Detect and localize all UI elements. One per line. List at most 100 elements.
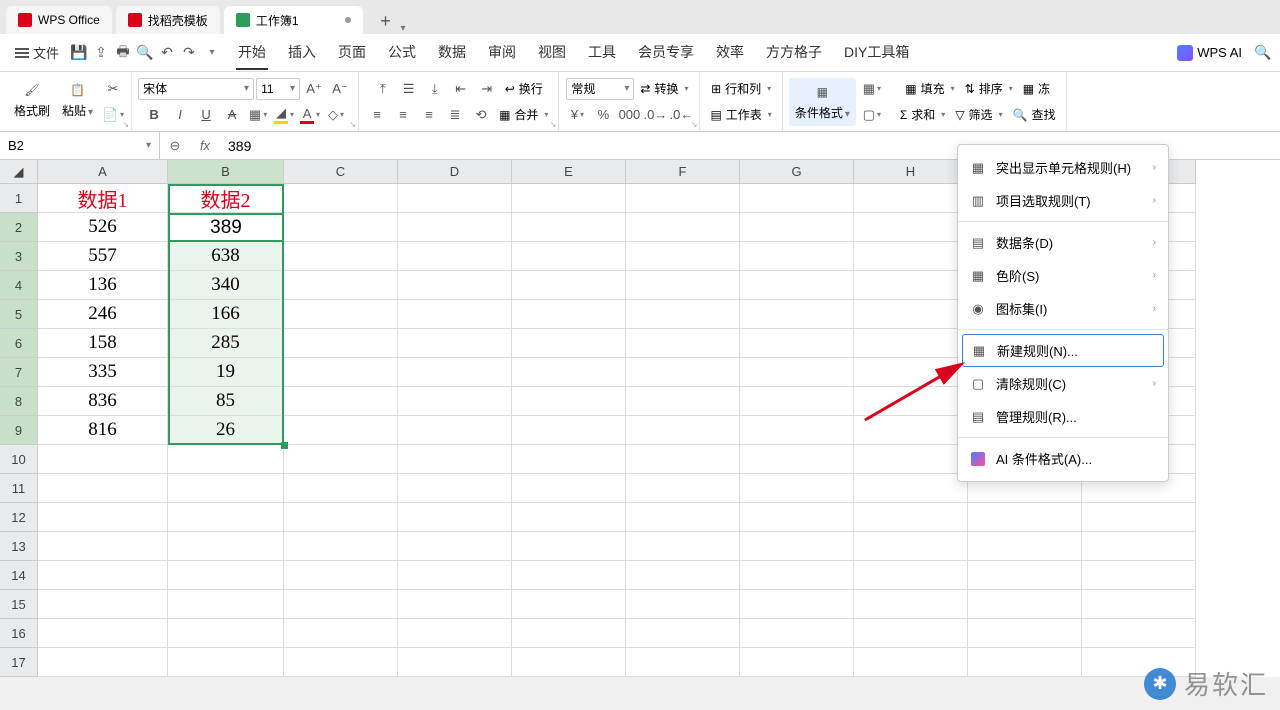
cell[interactable] (1082, 503, 1196, 532)
cell[interactable] (512, 242, 626, 271)
cell[interactable] (398, 242, 512, 271)
cell[interactable] (626, 329, 740, 358)
filter-button[interactable]: ▽筛选▾ (951, 106, 1006, 123)
cell[interactable] (626, 648, 740, 677)
cell[interactable] (398, 503, 512, 532)
cell[interactable] (512, 532, 626, 561)
font-name-select[interactable]: 宋体▾ (138, 78, 254, 100)
cell[interactable] (168, 532, 284, 561)
group-launcher-icon[interactable]: ↘ (691, 120, 698, 129)
cell[interactable] (512, 648, 626, 677)
preview-icon[interactable]: 🔍 (136, 44, 154, 62)
merge-button[interactable]: ▦合并▾ (495, 106, 552, 123)
cell[interactable]: 158 (38, 329, 168, 358)
cell[interactable] (284, 474, 398, 503)
group-launcher-icon[interactable]: ↘ (349, 120, 356, 129)
row-header[interactable]: 15 (0, 590, 38, 619)
cell[interactable]: 557 (38, 242, 168, 271)
cell[interactable] (398, 561, 512, 590)
cell[interactable] (398, 445, 512, 474)
format-painter-button[interactable]: 🖌 格式刷 (10, 78, 54, 126)
cell[interactable] (512, 445, 626, 474)
find-button[interactable]: 🔍查找 (1009, 106, 1060, 123)
cell[interactable] (854, 445, 968, 474)
cell[interactable] (38, 445, 168, 474)
cell[interactable] (626, 619, 740, 648)
cell[interactable] (626, 300, 740, 329)
qat-more-icon[interactable]: ▾ (202, 44, 220, 62)
col-header[interactable]: B (168, 160, 284, 184)
align-left-button[interactable]: ≡ (365, 104, 389, 126)
cell[interactable] (284, 648, 398, 677)
cell[interactable] (512, 590, 626, 619)
cell[interactable] (854, 503, 968, 532)
cell[interactable] (968, 590, 1082, 619)
align-center-button[interactable]: ≡ (391, 104, 415, 126)
cell[interactable] (626, 358, 740, 387)
percent-button[interactable]: % (591, 104, 615, 126)
cell[interactable] (854, 619, 968, 648)
cell[interactable] (512, 619, 626, 648)
dd-ai-format[interactable]: AI 条件格式(A)... (958, 442, 1168, 475)
cell[interactable] (168, 503, 284, 532)
col-header[interactable]: G (740, 160, 854, 184)
tab-start[interactable]: 开始 (236, 36, 268, 70)
cell[interactable] (398, 648, 512, 677)
cell[interactable] (740, 271, 854, 300)
cell[interactable] (740, 329, 854, 358)
cell[interactable] (968, 561, 1082, 590)
strikethrough-button[interactable]: A (220, 104, 244, 126)
rowcol-button[interactable]: ⊞行和列▾ (707, 80, 775, 97)
cell[interactable]: 389 (168, 213, 284, 242)
cell[interactable] (740, 184, 854, 213)
select-all-corner[interactable]: ◢ (0, 160, 38, 184)
tab-insert[interactable]: 插入 (286, 36, 318, 70)
undo-icon[interactable]: ↶ (158, 44, 176, 62)
cell[interactable]: 816 (38, 416, 168, 445)
row-header[interactable]: 6 (0, 329, 38, 358)
row-header[interactable]: 3 (0, 242, 38, 271)
worksheet-button[interactable]: ▤工作表▾ (706, 106, 775, 123)
cell[interactable] (398, 387, 512, 416)
col-header[interactable]: F (626, 160, 740, 184)
cell[interactable] (284, 503, 398, 532)
cell[interactable] (38, 648, 168, 677)
cell[interactable] (284, 184, 398, 213)
cell[interactable]: 836 (38, 387, 168, 416)
cell[interactable] (626, 445, 740, 474)
row-header[interactable]: 7 (0, 358, 38, 387)
fill-button[interactable]: ▦填充▾ (901, 80, 958, 97)
conditional-format-button[interactable]: ▦ 条件格式▾ (789, 78, 856, 126)
fx-zoom-icon[interactable]: ⊖ (160, 138, 190, 154)
cell[interactable] (740, 300, 854, 329)
cell[interactable] (626, 532, 740, 561)
cell[interactable] (740, 474, 854, 503)
cell[interactable] (626, 503, 740, 532)
col-header[interactable]: D (398, 160, 512, 184)
cell[interactable]: 246 (38, 300, 168, 329)
align-middle-button[interactable]: ☰ (397, 78, 421, 100)
dd-manage-rules[interactable]: ▤ 管理规则(R)... (958, 400, 1168, 433)
align-bottom-button[interactable]: ⤓ (423, 78, 447, 100)
sort-button[interactable]: ⇅排序▾ (961, 80, 1017, 97)
row-header[interactable]: 13 (0, 532, 38, 561)
dd-color-scales[interactable]: ▦ 色阶(S) › (958, 259, 1168, 292)
export-icon[interactable]: ⇪ (92, 44, 110, 62)
tab-view[interactable]: 视图 (536, 36, 568, 70)
cell[interactable] (854, 590, 968, 619)
app-tab-template[interactable]: 找稻壳模板 (116, 6, 220, 34)
print-icon[interactable]: 🖶 (114, 44, 132, 62)
cell[interactable] (512, 358, 626, 387)
cell[interactable] (168, 561, 284, 590)
cell[interactable] (1082, 619, 1196, 648)
cell[interactable] (398, 271, 512, 300)
cell[interactable] (854, 648, 968, 677)
cell[interactable] (284, 532, 398, 561)
increase-indent-button[interactable]: ⇥ (475, 78, 499, 100)
justify-button[interactable]: ≣ (443, 104, 467, 126)
cell[interactable] (854, 271, 968, 300)
borders-button[interactable]: ▦ (246, 104, 270, 126)
cell[interactable] (626, 474, 740, 503)
cell[interactable] (168, 445, 284, 474)
cell[interactable] (512, 184, 626, 213)
